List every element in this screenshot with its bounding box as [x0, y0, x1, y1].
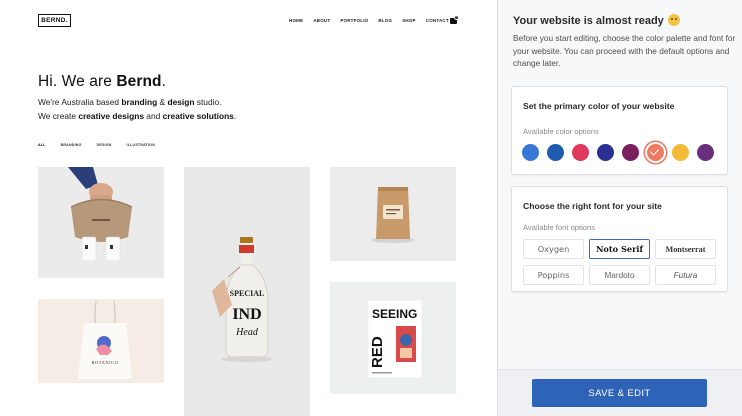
color-swatches	[522, 144, 722, 161]
nav-shop[interactable]: SHOP	[402, 18, 416, 23]
hero-tagline-2: We create creative designs and creative …	[38, 111, 237, 121]
font-card-subtitle: Available font options	[523, 223, 596, 232]
poster-image: SEEING RED	[330, 282, 456, 394]
cart-count: 0	[454, 15, 459, 20]
color-swatch-1[interactable]	[522, 144, 539, 161]
nav-portfolio[interactable]: PORTFOLIO	[340, 18, 368, 23]
nav-blog[interactable]: BLOG	[378, 18, 392, 23]
tote-bag-image: BOTANICO	[38, 299, 164, 383]
font-option-futura[interactable]: Futura	[655, 265, 716, 285]
filter-design[interactable]: DESIGN	[97, 143, 112, 147]
portfolio-filters: ALL BRANDING DESIGN ILLUSTRATION	[38, 143, 170, 147]
font-card-title: Choose the right font for your site	[523, 201, 662, 211]
nav-about[interactable]: ABOUT	[313, 18, 330, 23]
color-card-subtitle: Available color options	[523, 127, 599, 136]
nav-home[interactable]: HOME	[289, 18, 303, 23]
panel-title: Your website is almost ready	[513, 14, 680, 27]
save-and-edit-button[interactable]: SAVE & EDIT	[532, 379, 707, 407]
color-swatch-2[interactable]	[547, 144, 564, 161]
bottle-image: SPECIAL IND Head	[184, 167, 310, 416]
hero-tagline-1: We're Australia based branding & design …	[38, 97, 222, 107]
font-option-noto-serif[interactable]: Noto Serif	[589, 239, 650, 259]
font-option-oxygen[interactable]: Oxygen	[523, 239, 584, 259]
nav-contact[interactable]: CONTACT	[426, 18, 449, 23]
poster-text-seeing: SEEING	[372, 307, 417, 321]
portfolio-item-cup-carrier[interactable]	[38, 167, 164, 278]
bottle-label-special: SPECIAL	[230, 289, 265, 298]
check-icon	[649, 146, 660, 156]
filter-branding[interactable]: BRANDING	[61, 143, 82, 147]
color-card: Set the primary color of your website Av…	[511, 86, 728, 175]
filter-all[interactable]: ALL	[38, 143, 46, 147]
filter-illustration[interactable]: ILLUSTRATION	[127, 143, 155, 147]
font-option-mardoto[interactable]: Mardoto	[589, 265, 650, 285]
site-logo[interactable]: BERND.	[38, 14, 71, 27]
panel-footer: SAVE & EDIT	[498, 369, 742, 416]
bottle-label-ind: IND	[232, 306, 261, 323]
poster-text-red: RED	[369, 336, 386, 368]
setup-panel: Your website is almost ready Before you …	[498, 0, 742, 416]
tote-label: BOTANICO	[92, 360, 119, 365]
color-swatch-6[interactable]	[647, 144, 664, 161]
font-options: Oxygen Noto Serif Montserrat Poppins Mar…	[523, 239, 716, 285]
font-option-poppins[interactable]: Poppins	[523, 265, 584, 285]
color-swatch-3[interactable]	[572, 144, 589, 161]
color-card-title: Set the primary color of your website	[523, 101, 675, 111]
coffee-pouch-image	[330, 167, 456, 261]
color-swatch-5[interactable]	[622, 144, 639, 161]
color-swatch-4[interactable]	[597, 144, 614, 161]
hero-title: Hi. We are Bernd.	[38, 73, 167, 90]
cup-carrier-image	[38, 167, 164, 278]
color-swatch-7[interactable]	[672, 144, 689, 161]
grimace-emoji-icon	[667, 14, 680, 26]
font-option-montserrat[interactable]: Montserrat	[655, 239, 716, 259]
portfolio-item-poster[interactable]: SEEING RED	[330, 282, 456, 394]
cart-icon[interactable]: 0	[450, 15, 459, 24]
website-preview: BERND. HOME ABOUT PORTFOLIO BLOG SHOP CO…	[0, 0, 498, 416]
portfolio-item-coffee-pouch[interactable]	[330, 167, 456, 261]
font-card: Choose the right font for your site Avai…	[511, 186, 728, 292]
panel-description: Before you start editing, choose the col…	[513, 33, 736, 69]
color-swatch-8[interactable]	[697, 144, 714, 161]
portfolio-item-bottle[interactable]: SPECIAL IND Head	[184, 167, 310, 416]
site-nav: HOME ABOUT PORTFOLIO BLOG SHOP CONTACT	[289, 18, 459, 23]
bottle-label-head: Head	[235, 327, 259, 338]
portfolio-item-tote-bag[interactable]: BOTANICO	[38, 299, 164, 383]
